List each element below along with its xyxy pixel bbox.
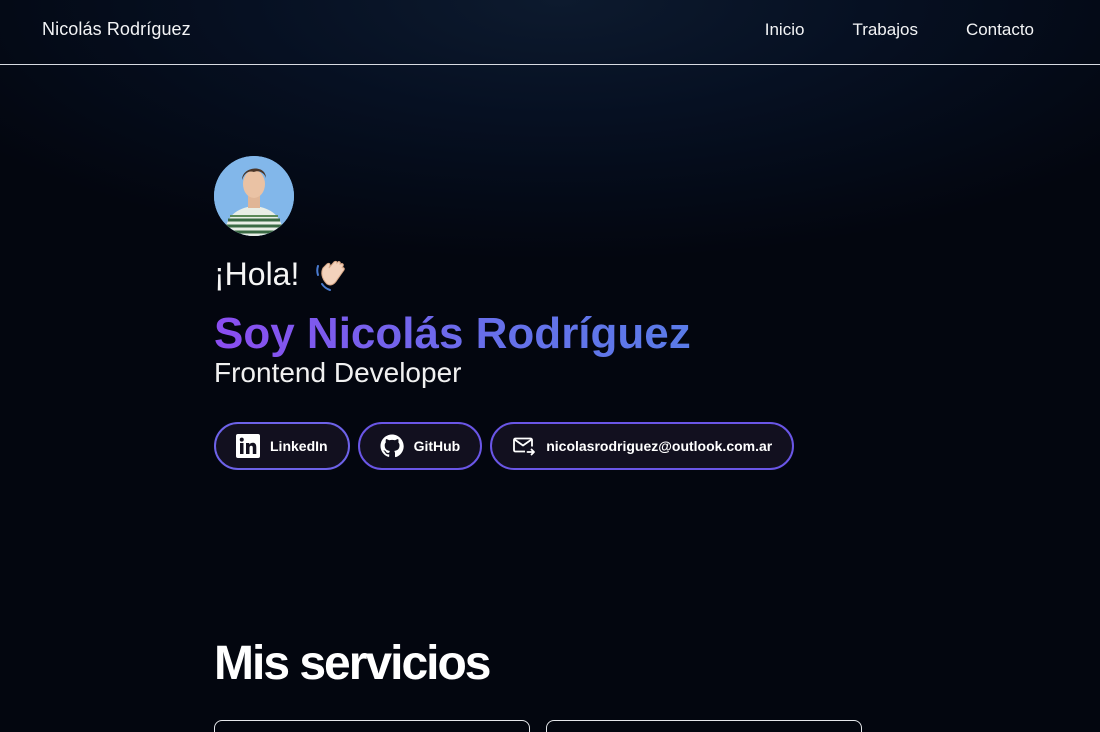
linkedin-label: LinkedIn [270,438,328,454]
nav-link-trabajos[interactable]: Trabajos [852,20,918,40]
brand-link[interactable]: Nicolás Rodríguez [42,19,191,40]
nav-link-contacto[interactable]: Contacto [966,20,1034,40]
navbar: Nicolás Rodríguez Inicio Trabajos Contac… [0,0,1100,65]
email-button[interactable]: nicolasrodriguez@outlook.com.ar [490,422,795,470]
headline: Soy Nicolás Rodríguez [214,309,691,358]
role-text: Frontend Developer [214,357,462,388]
linkedin-button[interactable]: LinkedIn [214,422,350,470]
nav-links: Inicio Trabajos Contacto [765,20,1034,40]
headline-wrap: Soy Nicolás Rodríguez [214,294,914,360]
hero-section: ¡Hola! Soy Nicolás Rodríguez Frontend De… [214,156,914,470]
github-icon [380,434,404,458]
profile-photo-icon [214,156,294,236]
nav-link-inicio[interactable]: Inicio [765,20,805,40]
social-links: LinkedIn GitHub nicolasrodriguez@outlook… [214,422,914,470]
linkedin-icon [236,434,260,458]
service-card[interactable] [214,720,530,732]
github-button[interactable]: GitHub [357,422,483,470]
services-title: Mis servicios [214,637,491,690]
service-card[interactable] [546,720,862,732]
email-label: nicolasrodriguez@outlook.com.ar [546,438,773,454]
github-label: GitHub [413,438,461,454]
mail-icon [513,437,536,456]
greeting-text: ¡Hola! [214,255,300,292]
greeting: ¡Hola! [214,254,914,294]
waving-hand-icon [313,254,353,294]
avatar [214,156,294,236]
